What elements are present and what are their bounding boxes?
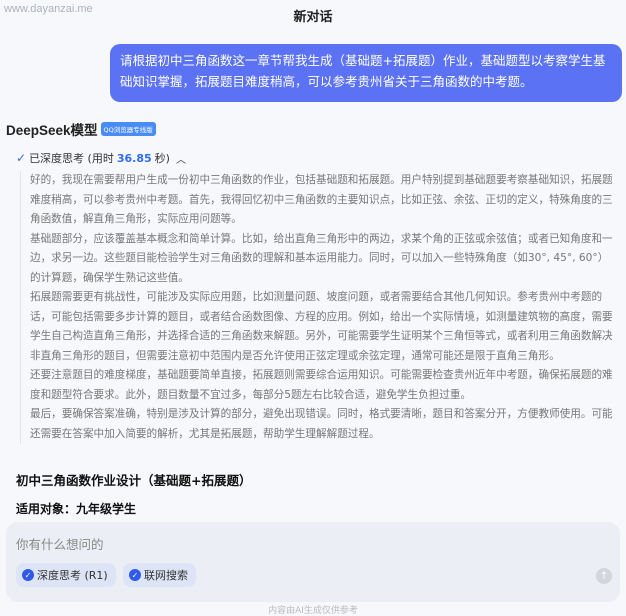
message-input[interactable]: 你有什么想问的 — [16, 534, 104, 553]
footer-note: 内容由AI生成仅供参考 — [268, 606, 358, 616]
chip-label: 联网搜索 — [144, 569, 188, 582]
model-label: DeepSeek模型 QQ浏览器专线版 — [6, 119, 156, 139]
deep-think-toggle[interactable]: ✓ 深度思考 (R1) — [16, 563, 116, 587]
model-badge: QQ浏览器专线版 — [100, 122, 156, 136]
model-name: DeepSeek模型 — [6, 123, 98, 138]
thinking-suffix: 秒) — [154, 152, 170, 165]
thinking-paragraph: 还要注意题目的难度梯度，基础题要简单直接，拓展题则需要综合运用知识。可能需要检查… — [30, 369, 613, 401]
answer-heading: 初中三角函数作业设计（基础题+拓展题） — [16, 473, 252, 488]
chevron-up-icon: ︿ — [175, 154, 186, 166]
thinking-paragraph: 拓展题需要更有挑战性，可能涉及实际应用题，比如测量问题、坡度问题，或者需要结合其… — [30, 291, 613, 362]
thinking-paragraph: 基础题部分，应该覆盖基本概念和简单计算。比如，给出直角三角形中的两边，求某个角的… — [30, 232, 613, 284]
composer: 你有什么想问的 ✓ 深度思考 (R1) ✓ 联网搜索 ↑ — [6, 522, 620, 602]
thinking-toggle[interactable]: ✓ 已深度思考 (用时 36.85 秒) ︿ — [16, 150, 186, 166]
check-icon: ✓ — [16, 151, 27, 165]
user-message: 请根据初中三角函数这一章节帮我生成（基础题+拓展题）作业，基础题型以考察学生基础… — [110, 44, 622, 102]
thinking-paragraph: 好的，我现在需要帮用户生成一份初中三角函数的作业，包括基础题和拓展题。用户特别提… — [30, 174, 613, 225]
send-button[interactable]: ↑ — [596, 568, 612, 584]
arrow-up-icon: ↑ — [599, 570, 609, 582]
thinking-content: 好的，我现在需要帮用户生成一份初中三角函数的作业，包括基础题和拓展题。用户特别提… — [20, 171, 616, 444]
web-search-toggle[interactable]: ✓ 联网搜索 — [123, 563, 196, 587]
page-title: 新对话 — [293, 10, 333, 25]
answer-audience: 适用对象：九年级学生 — [16, 502, 137, 516]
check-circle-icon: ✓ — [22, 569, 34, 581]
chip-label: 深度思考 (R1) — [37, 569, 108, 582]
thinking-prefix: 已深度思考 (用时 — [29, 152, 114, 165]
thinking-time: 36.85 — [116, 151, 152, 165]
thinking-paragraph: 最后，要确保答案准确，特别是涉及计算的部分，避免出现错误。同时，格式要清晰，题目… — [30, 408, 613, 440]
check-circle-icon: ✓ — [129, 569, 141, 581]
